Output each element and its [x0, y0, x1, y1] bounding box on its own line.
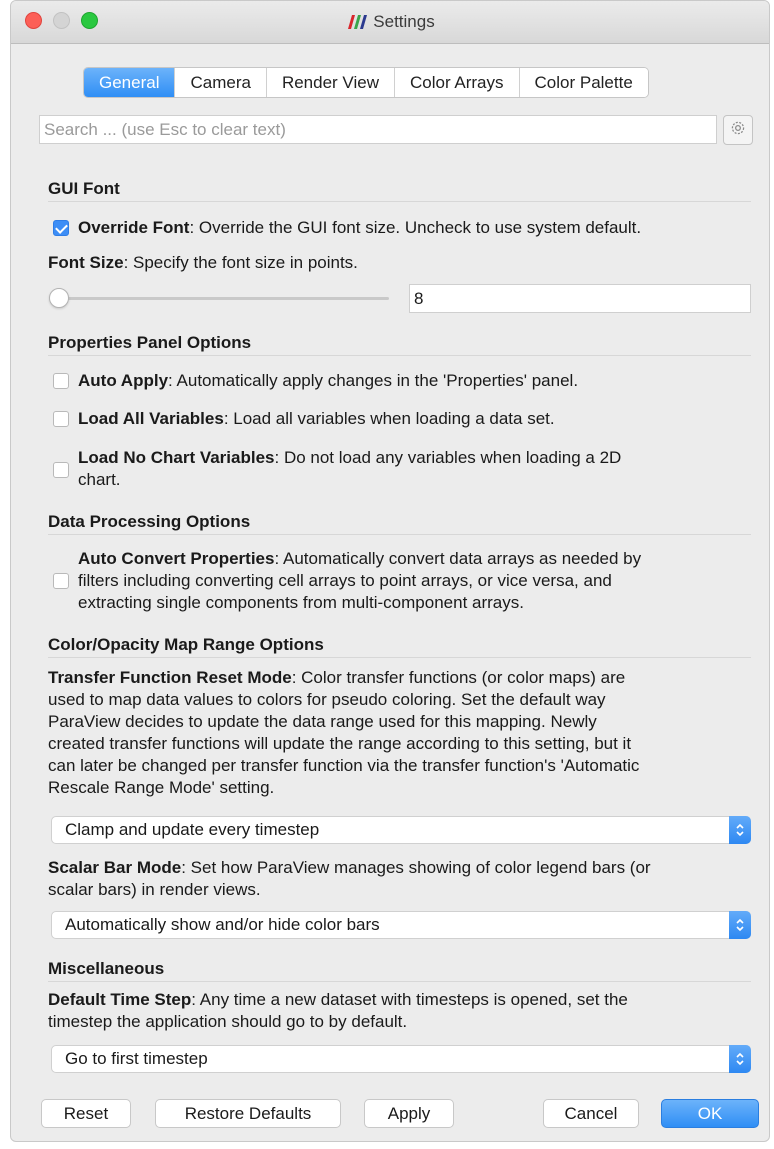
tab-general[interactable]: General	[84, 68, 176, 97]
apply-button[interactable]: Apply	[364, 1099, 454, 1128]
search-input[interactable]: Search ... (use Esc to clear text)	[39, 115, 717, 144]
transfer-function-reset-mode-description: Transfer Function Reset Mode: Color tran…	[48, 668, 640, 797]
transfer-function-reset-mode-select[interactable]: Clamp and update every timestep	[51, 816, 751, 844]
window-title-text: Settings	[373, 12, 435, 31]
settings-tab-bar: General Camera Render View Color Arrays …	[83, 67, 649, 98]
font-size-slider-handle[interactable]	[49, 288, 69, 308]
load-all-variables-label: Load All Variables: Load all variables w…	[78, 409, 555, 428]
title-bar: Settings	[11, 1, 769, 44]
cancel-button[interactable]: Cancel	[543, 1099, 639, 1128]
ok-button[interactable]: OK	[661, 1099, 759, 1128]
section-divider	[48, 534, 751, 535]
load-all-variables-checkbox[interactable]	[53, 411, 69, 427]
section-title-miscellaneous: Miscellaneous	[48, 959, 165, 978]
scalar-bar-mode-value: Automatically show and/or hide color bar…	[65, 915, 380, 934]
tab-render-view[interactable]: Render View	[266, 68, 395, 97]
advanced-settings-button[interactable]	[723, 115, 753, 145]
auto-convert-properties-checkbox[interactable]	[53, 573, 69, 589]
section-divider	[48, 201, 751, 202]
section-divider	[48, 981, 751, 982]
font-size-slider-track[interactable]	[53, 297, 389, 300]
updown-stepper-icon	[729, 911, 751, 939]
section-title-gui-font: GUI Font	[48, 179, 120, 198]
override-font-label: Override Font: Override the GUI font siz…	[78, 218, 642, 237]
reset-button[interactable]: Reset	[41, 1099, 131, 1128]
transfer-function-reset-mode-value: Clamp and update every timestep	[65, 820, 320, 839]
tab-camera[interactable]: Camera	[175, 68, 267, 97]
updown-stepper-icon	[729, 816, 751, 844]
tab-color-palette[interactable]: Color Palette	[519, 68, 648, 97]
section-divider	[48, 355, 751, 356]
font-size-input[interactable]: 8	[409, 284, 751, 313]
font-size-label: Font Size: Specify the font size in poin…	[48, 253, 358, 272]
default-time-step-value: Go to first timestep	[65, 1049, 208, 1068]
auto-apply-checkbox[interactable]	[53, 373, 69, 389]
scalar-bar-mode-select[interactable]: Automatically show and/or hide color bar…	[51, 911, 751, 939]
section-title-data-processing: Data Processing Options	[48, 512, 251, 531]
default-time-step-select[interactable]: Go to first timestep	[51, 1045, 751, 1073]
load-no-chart-variables-label: Load No Chart Variables: Do not load any…	[78, 448, 622, 489]
section-title-properties-panel: Properties Panel Options	[48, 333, 252, 352]
restore-defaults-button[interactable]: Restore Defaults	[155, 1099, 341, 1128]
window-title: Settings	[11, 12, 769, 35]
section-title-color-opacity: Color/Opacity Map Range Options	[48, 635, 324, 654]
load-no-chart-variables-checkbox[interactable]	[53, 462, 69, 478]
section-divider	[48, 657, 751, 658]
tab-color-arrays[interactable]: Color Arrays	[394, 68, 520, 97]
auto-apply-label: Auto Apply: Automatically apply changes …	[78, 371, 579, 390]
settings-window: Settings General Camera Render View Colo…	[10, 0, 770, 1142]
default-time-step-description: Default Time Step: Any time a new datase…	[48, 990, 628, 1031]
updown-stepper-icon	[729, 1045, 751, 1073]
override-font-checkbox[interactable]	[53, 220, 69, 236]
scalar-bar-mode-description: Scalar Bar Mode: Set how ParaView manage…	[48, 858, 651, 899]
auto-convert-properties-label: Auto Convert Properties: Automatically c…	[78, 549, 642, 612]
gear-icon	[729, 119, 747, 142]
paraview-logo-icon	[345, 14, 368, 35]
